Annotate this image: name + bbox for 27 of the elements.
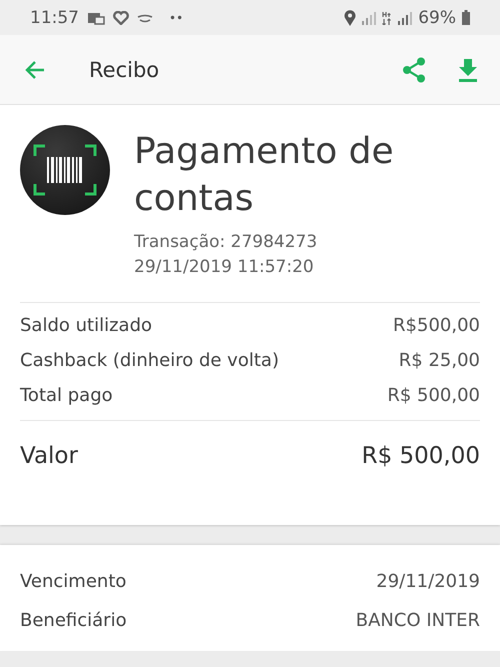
- total-amount: R$ 500,00: [362, 443, 480, 469]
- receipt-title: Pagamento de contas: [134, 130, 395, 221]
- detail-label: Vencimento: [20, 571, 126, 592]
- heart-icon: [113, 10, 129, 24]
- signal-icon: [398, 10, 412, 24]
- notification-icon: [87, 10, 105, 24]
- location-icon: [344, 10, 356, 26]
- transaction-id: Transação: 27984273: [134, 231, 318, 254]
- battery-icon: [462, 10, 470, 25]
- line-amount: R$500,00: [393, 315, 480, 336]
- detail-value: BANCO INTER: [356, 610, 480, 631]
- line-amount: R$ 25,00: [398, 350, 480, 371]
- page-title: Recibo: [89, 58, 160, 82]
- battery-percentage: 69%: [418, 8, 456, 28]
- share-button[interactable]: [400, 54, 428, 84]
- line-label: Saldo utilizado: [20, 315, 152, 336]
- detail-value: 29/11/2019: [376, 571, 480, 592]
- line-label: Cashback (dinheiro de volta): [20, 350, 279, 371]
- data-transfer-icon: [382, 10, 392, 24]
- line-label: Total pago: [20, 385, 113, 406]
- more-notifications-icon: ••: [169, 10, 184, 24]
- transaction-datetime: 29/11/2019 11:57:20: [134, 256, 315, 279]
- total-label: Valor: [20, 443, 78, 469]
- clock: 11:57: [30, 8, 79, 28]
- signal-icon: [362, 10, 376, 24]
- detail-label: Beneficiário: [20, 610, 127, 631]
- line-amount: R$ 500,00: [387, 385, 480, 406]
